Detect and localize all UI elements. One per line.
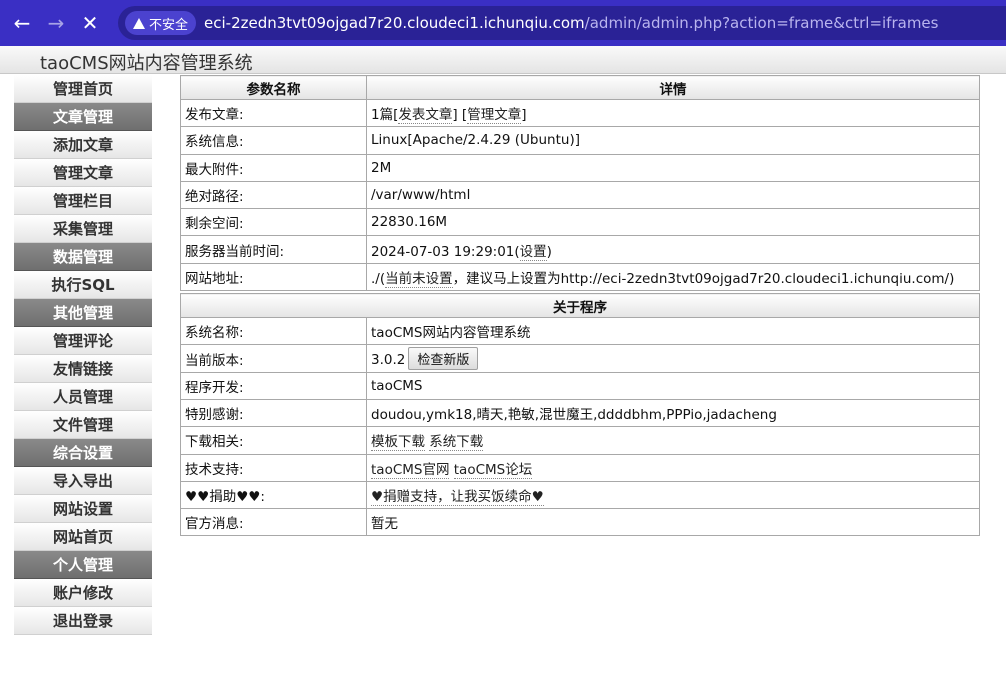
row-label: 技术支持: xyxy=(180,453,367,482)
siteurl-value: ./(当前未设置，建议马上设置为http://eci-2zedn3tvt09oj… xyxy=(366,262,980,292)
sidebar-item[interactable]: 采集管理 xyxy=(14,215,152,243)
sidebar-section-header: 其他管理 xyxy=(14,299,152,327)
sidebar-item[interactable]: 管理栏目 xyxy=(14,187,152,215)
downloads-value: 模板下载 系统下载 xyxy=(366,426,980,455)
space-value: 22830.16M xyxy=(366,208,980,237)
sysname-value: taoCMS网站内容管理系统 xyxy=(366,317,980,346)
security-badge[interactable]: 不安全 xyxy=(125,11,197,35)
sidebar-item[interactable]: 账户修改 xyxy=(14,579,152,607)
sidebar-item[interactable]: 退出登录 xyxy=(14,607,152,635)
info-table: 参数名称 详情 发布文章: 1篇[发表文章] [管理文章] 系统信息: Linu… xyxy=(180,75,980,537)
about-section-title: 关于程序 xyxy=(180,293,980,319)
sidebar-nav: 管理首页 文章管理 添加文章 管理文章 管理栏目 采集管理 数据管理 执行SQL 其他管理 管理评… xyxy=(14,75,152,635)
row-label: 系统名称: xyxy=(180,317,367,346)
sysinfo-value: Linux[Apache/2.4.29 (Ubuntu)] xyxy=(366,126,980,155)
browser-toolbar: ← → ✕ 不安全 eci-2zedn3tvt09ojgad7r20.cloud… xyxy=(0,0,1006,46)
sidebar-item[interactable]: 导入导出 xyxy=(14,467,152,495)
main-content: 参数名称 详情 发布文章: 1篇[发表文章] [管理文章] 系统信息: Linu… xyxy=(180,75,980,537)
siteurl-suggestion: ，建议马上设置为http://eci-2zedn3tvt09ojgad7r20.… xyxy=(452,270,955,287)
table-row: 网站地址: ./(当前未设置，建议马上设置为http://eci-2zedn3t… xyxy=(180,262,980,292)
table-row: 程序开发: taoCMS xyxy=(180,371,980,400)
insecure-label: 不安全 xyxy=(149,17,189,33)
sidebar-item[interactable]: 人员管理 xyxy=(14,383,152,411)
server-time: 2024-07-03 19:29:01 xyxy=(371,243,515,260)
forum-link[interactable]: taoCMS论坛 xyxy=(453,461,533,479)
table-row: 最大附件: 2M xyxy=(180,153,980,182)
row-label: 网站地址: xyxy=(180,262,367,292)
table-row: 绝对路径: /var/www/html xyxy=(180,180,980,210)
page-header: taoCMS网站内容管理系统 xyxy=(0,46,1006,74)
sidebar-section-header: 个人管理 xyxy=(14,551,152,579)
sidebar-item[interactable]: 网站设置 xyxy=(14,495,152,523)
sidebar-item[interactable]: 管理文章 xyxy=(14,159,152,187)
sidebar-item[interactable]: 执行SQL xyxy=(14,271,152,299)
row-label: 官方消息: xyxy=(180,508,367,537)
donate-value: ♥捐赠支持，让我买饭续命♥ xyxy=(366,480,980,510)
version-value: 3.0.2 检查新版 xyxy=(366,344,980,373)
table-row: 发布文章: 1篇[发表文章] [管理文章] xyxy=(180,98,980,128)
article-count: 1篇 xyxy=(371,107,394,124)
table-row: 服务器当前时间: 2024-07-03 19:29:01(设置) xyxy=(180,235,980,264)
abspath-value: /var/www/html xyxy=(366,180,980,210)
sidebar-item[interactable]: 管理首页 xyxy=(14,75,152,103)
version-number: 3.0.2 xyxy=(371,352,406,369)
row-label: 程序开发: xyxy=(180,371,367,400)
official-site-link[interactable]: taoCMS官网 xyxy=(371,461,450,479)
row-label: 发布文章: xyxy=(180,98,367,128)
siteurl-notset-link[interactable]: 当前未设置 xyxy=(385,270,453,288)
table-row: 当前版本: 3.0.2 检查新版 xyxy=(180,344,980,373)
sidebar-item[interactable]: 管理评论 xyxy=(14,327,152,355)
sidebar-item[interactable]: 文件管理 xyxy=(14,411,152,439)
warning-icon xyxy=(133,17,145,29)
app-title: taoCMS网站内容管理系统 xyxy=(40,53,253,74)
sidebar-item[interactable]: 网站首页 xyxy=(14,523,152,551)
table-row: 特别感谢: doudou,ymk18,晴天,艳敏,混世魔王,ddddbhm,PP… xyxy=(180,398,980,428)
col-header-param: 参数名称 xyxy=(180,75,367,100)
developer-value: taoCMS xyxy=(366,371,980,400)
table-row: ♥♥捐助♥♥: ♥捐赠支持，让我买饭续命♥ xyxy=(180,480,980,510)
servertime-value: 2024-07-03 19:29:01(设置) xyxy=(366,235,980,264)
row-label: 最大附件: xyxy=(180,153,367,182)
time-setting-link[interactable]: 设置 xyxy=(519,243,547,261)
sidebar-section-header: 文章管理 xyxy=(14,103,152,131)
news-value: 暂无 xyxy=(366,508,980,537)
forward-arrow-icon[interactable]: → xyxy=(39,6,73,40)
table-row: 剩余空间: 22830.16M xyxy=(180,208,980,237)
table-row: 下载相关: 模板下载 系统下载 xyxy=(180,426,980,455)
col-header-detail: 详情 xyxy=(366,75,980,100)
maxattach-value: 2M xyxy=(366,153,980,182)
row-label: 下载相关: xyxy=(180,426,367,455)
sidebar-item[interactable]: 添加文章 xyxy=(14,131,152,159)
address-bar[interactable]: 不安全 eci-2zedn3tvt09ojgad7r20.cloudeci1.i… xyxy=(118,6,1006,40)
row-label: 剩余空间: xyxy=(180,208,367,237)
url-path: /admin/admin.php?action=frame&ctrl=ifram… xyxy=(584,14,939,32)
row-label: 特别感谢: xyxy=(180,398,367,428)
siteurl-prefix: ./( xyxy=(371,270,386,287)
check-update-button[interactable]: 检查新版 xyxy=(408,347,479,371)
system-download-link[interactable]: 系统下载 xyxy=(429,434,484,452)
table-row: 官方消息: 暂无 xyxy=(180,508,980,537)
manage-article-link[interactable]: 管理文章 xyxy=(467,107,522,125)
publish-value: 1篇[发表文章] [管理文章] xyxy=(366,98,980,128)
table-row: 技术支持: taoCMS官网 taoCMS论坛 xyxy=(180,453,980,482)
row-label: 绝对路径: xyxy=(180,180,367,210)
url-text[interactable]: eci-2zedn3tvt09ojgad7r20.cloudeci1.ichun… xyxy=(204,14,938,32)
sidebar-section-header: 综合设置 xyxy=(14,439,152,467)
back-arrow-icon[interactable]: ← xyxy=(5,6,39,40)
close-icon[interactable]: ✕ xyxy=(73,6,107,40)
thanks-value: doudou,ymk18,晴天,艳敏,混世魔王,ddddbhm,PPPio,ja… xyxy=(366,398,980,428)
row-label: ♥♥捐助♥♥: xyxy=(180,480,367,510)
sidebar-item[interactable]: 友情链接 xyxy=(14,355,152,383)
template-download-link[interactable]: 模板下载 xyxy=(371,434,425,452)
donate-link[interactable]: ♥捐赠支持，让我买饭续命♥ xyxy=(371,489,544,506)
row-label: 系统信息: xyxy=(180,126,367,155)
table-row: 系统信息: Linux[Apache/2.4.29 (Ubuntu)] xyxy=(180,126,980,155)
url-host: eci-2zedn3tvt09ojgad7r20.cloudeci1.ichun… xyxy=(204,14,585,32)
table-row: 系统名称: taoCMS网站内容管理系统 xyxy=(180,317,980,346)
sidebar-section-header: 数据管理 xyxy=(14,243,152,271)
row-label: 服务器当前时间: xyxy=(180,235,367,264)
support-value: taoCMS官网 taoCMS论坛 xyxy=(366,453,980,482)
row-label: 当前版本: xyxy=(180,344,367,373)
post-article-link[interactable]: 发表文章 xyxy=(398,107,453,125)
